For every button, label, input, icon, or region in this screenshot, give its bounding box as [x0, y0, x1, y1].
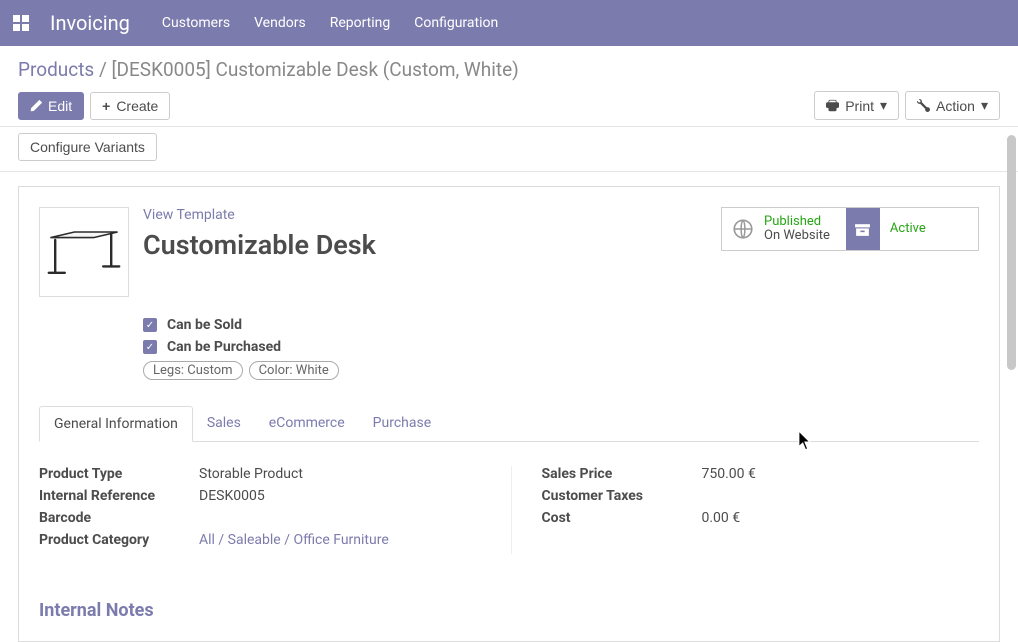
tag-color: Color: White [249, 361, 339, 380]
apps-switcher-icon[interactable] [8, 10, 34, 36]
print-button[interactable]: Print ▾ [814, 91, 899, 120]
nav-reporting[interactable]: Reporting [330, 15, 391, 31]
active-label: Active [890, 221, 926, 236]
published-stat[interactable]: Published On Website [722, 208, 846, 250]
top-nav: Invoicing Customers Vendors Reporting Co… [0, 0, 1018, 46]
nav-configuration[interactable]: Configuration [414, 15, 498, 31]
breadcrumb-sep: / [94, 58, 111, 81]
barcode-label: Barcode [39, 510, 199, 526]
nav-vendors[interactable]: Vendors [254, 15, 306, 31]
active-stat[interactable]: Active [880, 208, 942, 250]
product-category-label: Product Category [39, 532, 199, 548]
tab-ecommerce[interactable]: eCommerce [255, 406, 359, 441]
scrollbar-thumb[interactable] [1007, 135, 1016, 370]
can-be-sold-label: Can be Sold [167, 317, 242, 333]
product-image[interactable] [39, 207, 129, 297]
tab-general-info[interactable]: General Information [39, 406, 193, 442]
general-info-panel: Product Type Storable Product Internal R… [39, 466, 979, 554]
caret-down-icon: ▾ [981, 97, 988, 114]
form-sheet: View Template Customizable Desk Publishe… [18, 186, 1000, 642]
globe-icon [732, 218, 754, 240]
published-label: Published [764, 215, 830, 229]
product-type-value: Storable Product [199, 466, 303, 482]
tab-sales[interactable]: Sales [193, 406, 255, 441]
notebook-tabs: General Information Sales eCommerce Purc… [39, 406, 979, 442]
variant-tags: Legs: Custom Color: White [143, 361, 979, 380]
nav-customers[interactable]: Customers [162, 15, 230, 31]
checkbox-purchased[interactable]: ✓ [143, 340, 157, 354]
archive-icon [854, 221, 871, 238]
breadcrumb-current: [DESK0005] Customizable Desk (Custom, Wh… [112, 58, 519, 81]
wrench-icon [917, 99, 930, 112]
tag-legs: Legs: Custom [143, 361, 243, 380]
view-template-link[interactable]: View Template [143, 207, 235, 223]
printer-icon [826, 99, 839, 112]
plus-icon: + [102, 98, 110, 114]
can-be-purchased-row: ✓ Can be Purchased [143, 339, 979, 355]
cost-label: Cost [542, 510, 702, 526]
caret-down-icon: ▾ [880, 97, 887, 114]
breadcrumb: Products / [DESK0005] Customizable Desk … [18, 58, 1000, 81]
pencil-icon [30, 100, 42, 112]
sales-price-label: Sales Price [542, 466, 702, 482]
status-buttons: Published On Website Active [721, 207, 979, 251]
app-brand[interactable]: Invoicing [50, 11, 130, 35]
control-panel: Products / [DESK0005] Customizable Desk … [0, 46, 1018, 127]
nav-menu: Customers Vendors Reporting Configuratio… [162, 15, 498, 31]
create-button[interactable]: + Create [90, 92, 170, 120]
sales-price-value: 750.00 € [702, 466, 756, 482]
tab-purchase[interactable]: Purchase [359, 406, 445, 441]
can-be-purchased-label: Can be Purchased [167, 339, 281, 355]
edit-button[interactable]: Edit [18, 92, 84, 120]
archive-icon-block [846, 208, 880, 250]
internal-ref-value: DESK0005 [199, 488, 265, 504]
breadcrumb-root[interactable]: Products [18, 58, 94, 81]
customer-taxes-label: Customer Taxes [542, 488, 702, 504]
can-be-sold-row: ✓ Can be Sold [143, 317, 979, 333]
internal-ref-label: Internal Reference [39, 488, 199, 504]
internal-notes-heading: Internal Notes [39, 600, 979, 621]
on-website-label: On Website [764, 229, 830, 243]
product-title: Customizable Desk [143, 229, 721, 261]
action-button[interactable]: Action ▾ [905, 91, 1000, 120]
button-box-bar: Configure Variants [0, 127, 1018, 172]
checkbox-sold[interactable]: ✓ [143, 318, 157, 332]
cost-value: 0.00 € [702, 510, 741, 526]
product-type-label: Product Type [39, 466, 199, 482]
configure-variants-button[interactable]: Configure Variants [18, 133, 157, 161]
product-category-value[interactable]: All / Saleable / Office Furniture [199, 532, 389, 548]
